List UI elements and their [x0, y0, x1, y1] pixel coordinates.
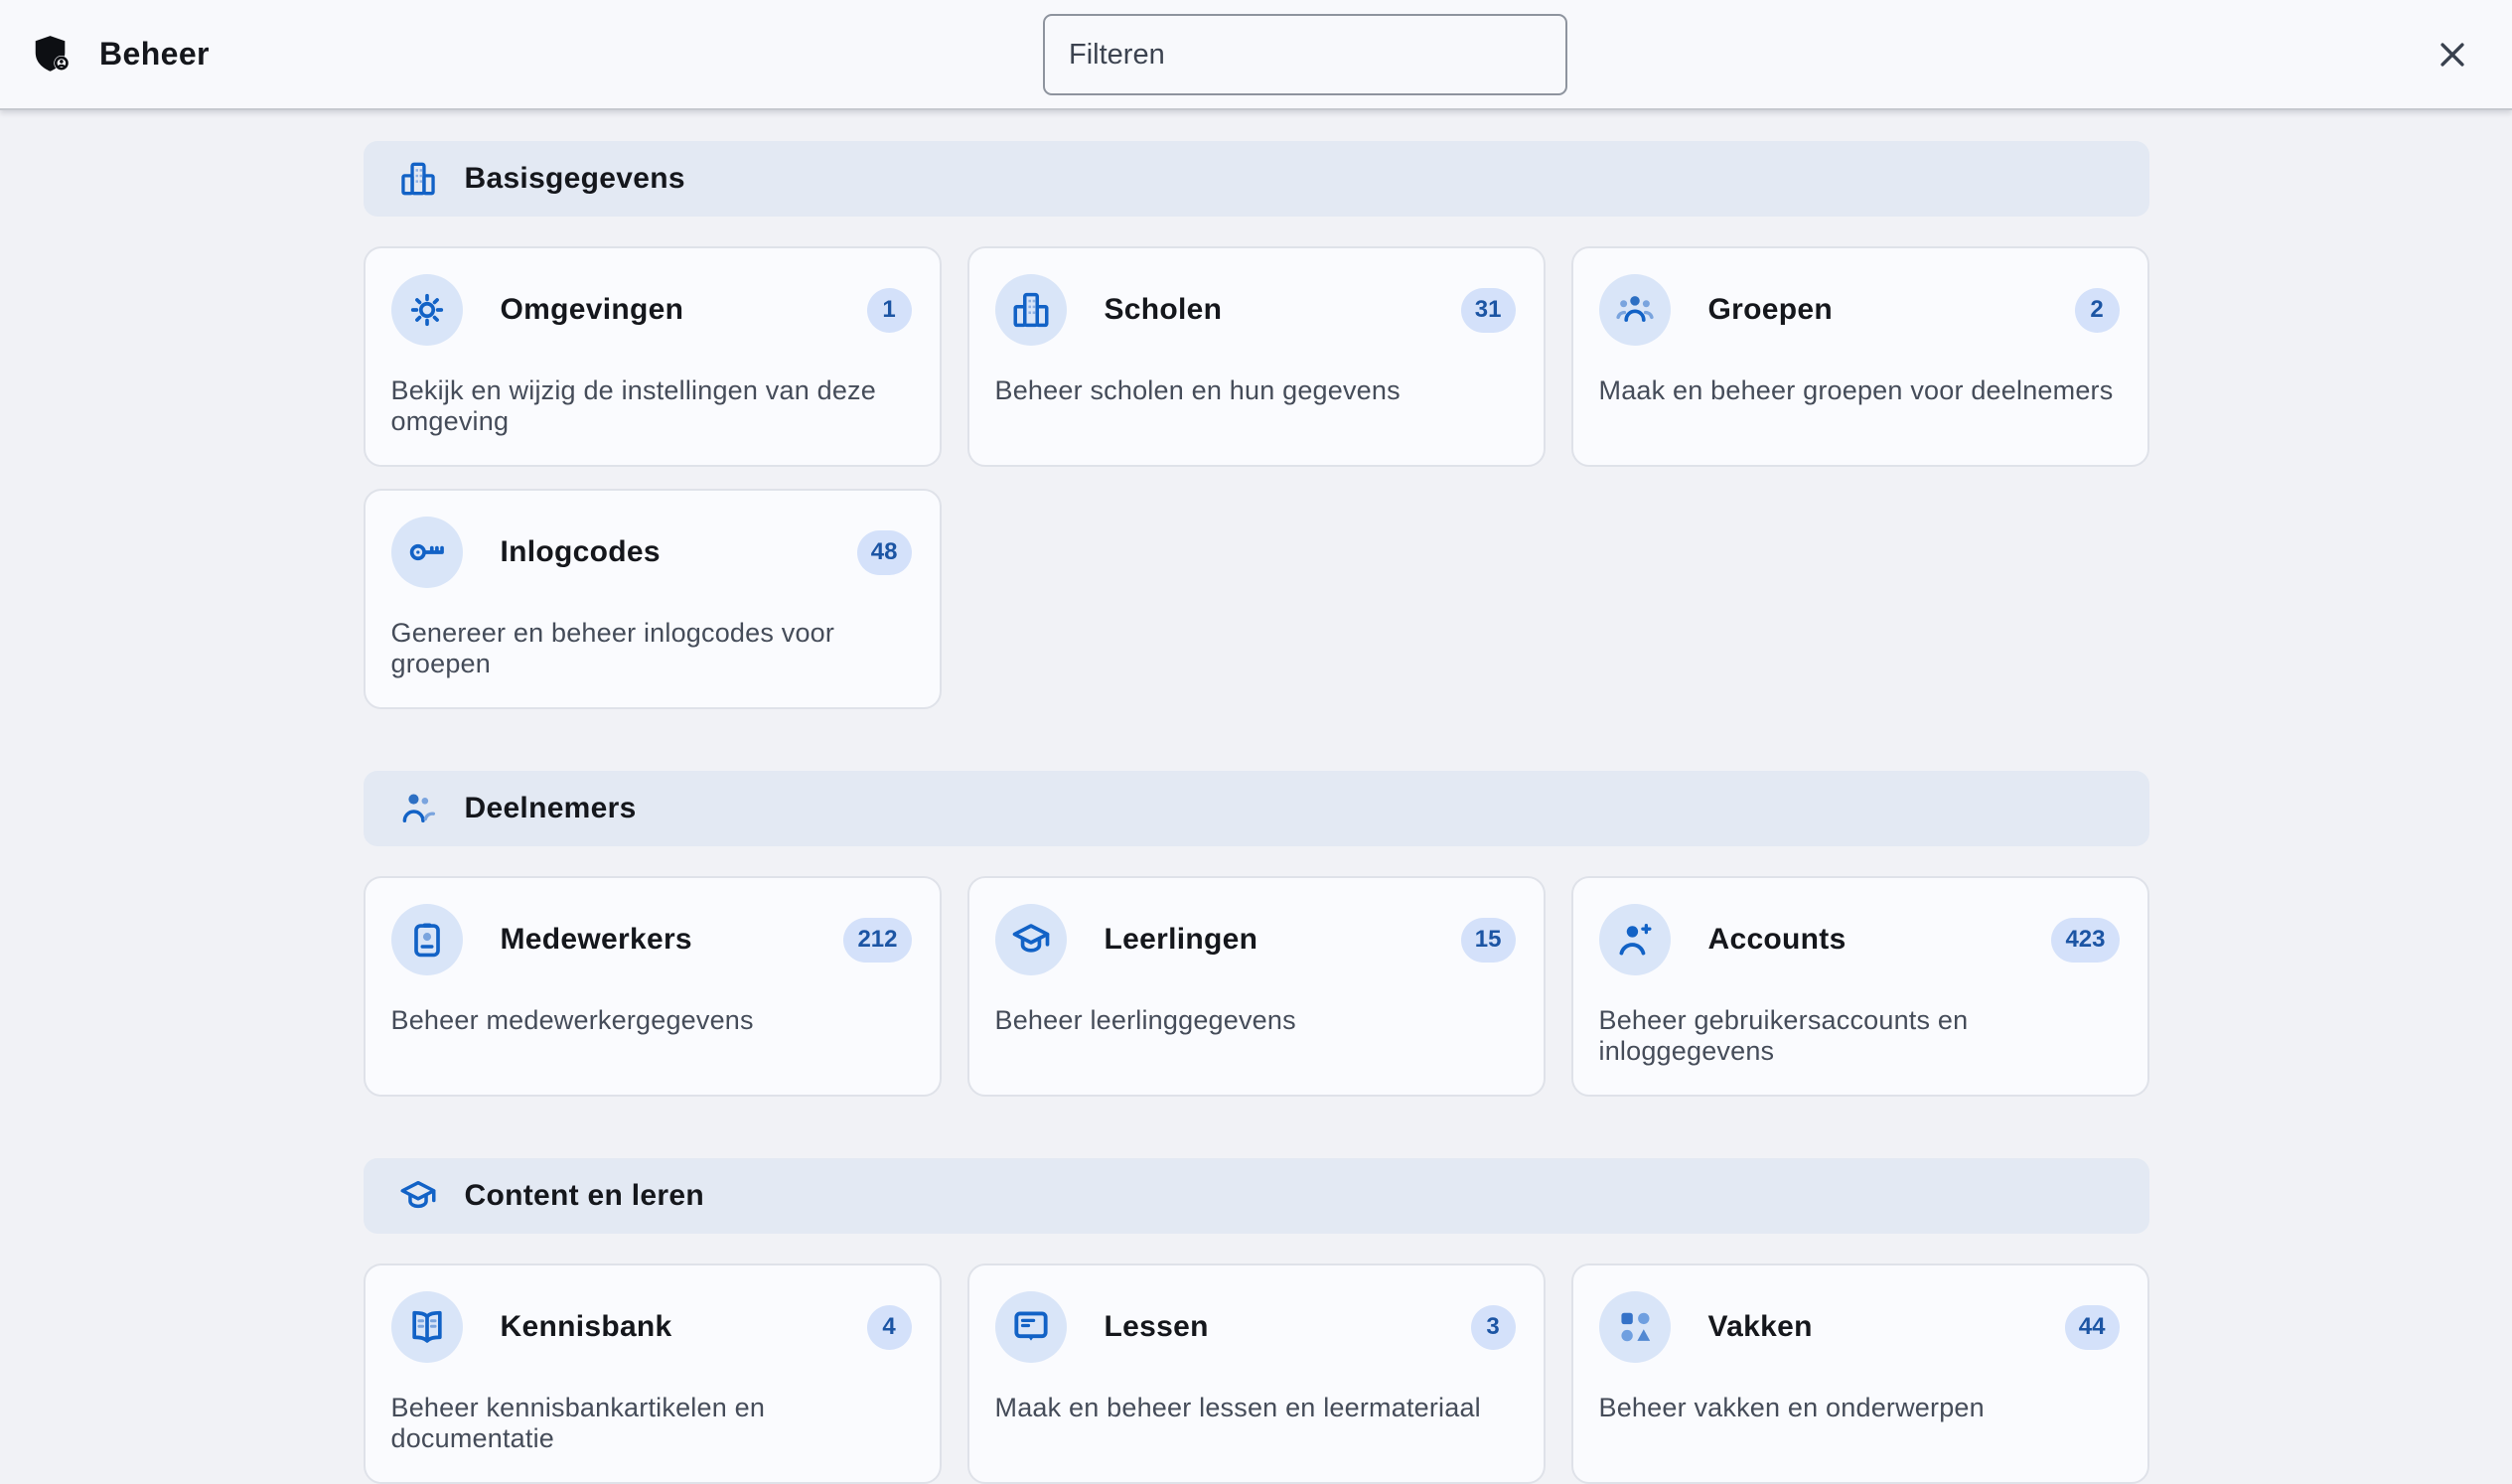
card-title: Lessen	[1105, 1310, 1209, 1344]
section-deelnemers: Deelnemers Medewerkers 212	[364, 771, 2149, 1097]
card-description: Maak en beheer groepen voor deelnemers	[1599, 375, 2120, 406]
key-icon	[391, 517, 463, 588]
card-vakken[interactable]: Vakken 44 Beheer vakken en onderwerpen	[1571, 1263, 2149, 1484]
card-grid: Omgevingen 1 Bekijk en wijzig de instell…	[364, 246, 2149, 709]
count-badge: 1	[867, 288, 912, 333]
card-description: Beheer gebruikersaccounts en inloggegeve…	[1599, 1005, 2120, 1067]
count-badge: 4	[867, 1305, 912, 1350]
count-badge: 15	[1461, 918, 1516, 963]
section-title: Content en leren	[465, 1179, 705, 1213]
card-title: Omgevingen	[501, 293, 684, 327]
card-title: Vakken	[1708, 1310, 1813, 1344]
filter-input[interactable]	[1043, 14, 1567, 95]
id-badge-icon	[391, 904, 463, 975]
building-icon	[397, 158, 439, 200]
count-badge: 212	[843, 918, 911, 963]
card-leerlingen[interactable]: Leerlingen 15 Beheer leerlinggegevens	[967, 876, 1546, 1097]
group-icon	[1599, 274, 1671, 346]
person-plus-icon	[1599, 904, 1671, 975]
card-title: Kennisbank	[501, 1310, 672, 1344]
card-grid: Medewerkers 212 Beheer medewerkergegeven…	[364, 876, 2149, 1097]
close-icon	[2436, 38, 2469, 72]
card-accounts[interactable]: Accounts 423 Beheer gebruikersaccounts e…	[1571, 876, 2149, 1097]
graduation-cap-icon	[397, 1175, 439, 1217]
count-badge: 48	[857, 530, 912, 575]
close-button[interactable]	[2425, 27, 2480, 82]
count-badge: 3	[1471, 1305, 1516, 1350]
section-content-en-leren: Content en leren Kennisbank 4 Beheer ken…	[364, 1158, 2149, 1484]
card-grid: Kennisbank 4 Beheer kennisbankartikelen …	[364, 1263, 2149, 1484]
building-icon	[995, 274, 1067, 346]
open-book-icon	[391, 1291, 463, 1363]
presentation-icon	[995, 1291, 1067, 1363]
card-description: Genereer en beheer inlogcodes voor groep…	[391, 618, 912, 679]
card-title: Inlogcodes	[501, 535, 661, 569]
brand: Beheer	[0, 32, 210, 77]
card-description: Beheer scholen en hun gegevens	[995, 375, 1516, 406]
card-title: Accounts	[1708, 923, 1847, 957]
graduation-cap-icon	[995, 904, 1067, 975]
card-description: Beheer leerlinggegevens	[995, 1005, 1516, 1036]
card-title: Scholen	[1105, 293, 1223, 327]
section-header-deelnemers: Deelnemers	[364, 771, 2149, 846]
card-description: Bekijk en wijzig de instellingen van dez…	[391, 375, 912, 437]
count-badge: 423	[2051, 918, 2119, 963]
card-scholen[interactable]: Scholen 31 Beheer scholen en hun gegeven…	[967, 246, 1546, 467]
section-header-basisgegevens: Basisgegevens	[364, 141, 2149, 217]
card-description: Beheer kennisbankartikelen en documentat…	[391, 1393, 912, 1454]
card-title: Medewerkers	[501, 923, 692, 957]
count-badge: 2	[2075, 288, 2120, 333]
section-header-content-en-leren: Content en leren	[364, 1158, 2149, 1234]
card-inlogcodes[interactable]: Inlogcodes 48 Genereer en beheer inlogco…	[364, 489, 942, 709]
card-title: Leerlingen	[1105, 923, 1258, 957]
card-medewerkers[interactable]: Medewerkers 212 Beheer medewerkergegeven…	[364, 876, 942, 1097]
card-groepen[interactable]: Groepen 2 Maak en beheer groepen voor de…	[1571, 246, 2149, 467]
card-omgevingen[interactable]: Omgevingen 1 Bekijk en wijzig de instell…	[364, 246, 942, 467]
shield-user-icon	[30, 32, 75, 77]
card-title: Groepen	[1708, 293, 1833, 327]
shapes-icon	[1599, 1291, 1671, 1363]
people-icon	[397, 788, 439, 829]
card-lessen[interactable]: Lessen 3 Maak en beheer lessen en leerma…	[967, 1263, 1546, 1484]
admin-panel: Basisgegevens Omgevingen 1 Bekijk en wij…	[364, 110, 2149, 1484]
count-badge: 44	[2065, 1305, 2120, 1350]
count-badge: 31	[1461, 288, 1516, 333]
section-title: Deelnemers	[465, 792, 637, 825]
section-basisgegevens: Basisgegevens Omgevingen 1 Bekijk en wij…	[364, 141, 2149, 709]
card-description: Beheer vakken en onderwerpen	[1599, 1393, 2120, 1423]
card-description: Beheer medewerkergegevens	[391, 1005, 912, 1036]
section-title: Basisgegevens	[465, 162, 685, 196]
top-bar: Beheer	[0, 0, 2512, 110]
card-description: Maak en beheer lessen en leermateriaal	[995, 1393, 1516, 1423]
page-title: Beheer	[99, 36, 210, 73]
sun-icon	[391, 274, 463, 346]
card-kennisbank[interactable]: Kennisbank 4 Beheer kennisbankartikelen …	[364, 1263, 942, 1484]
